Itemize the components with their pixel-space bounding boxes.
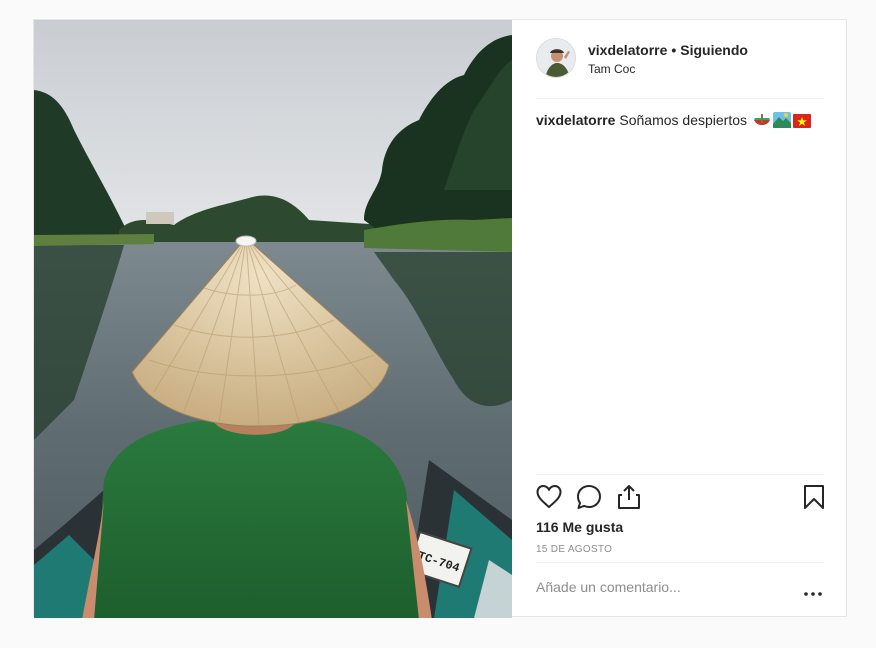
- national-park-emoji-icon: [772, 112, 791, 132]
- heart-icon[interactable]: [536, 484, 562, 515]
- caption: vixdelatorre Soñamos despiertos: [536, 111, 824, 132]
- vietnam-flag-emoji-icon: [792, 114, 811, 132]
- user-line: vixdelatorre • Siguiendo: [588, 42, 748, 58]
- comment-divider: [536, 562, 824, 563]
- post-card: TC-704 vixdelatorre • Siguiendo Tam Coc …: [33, 19, 848, 618]
- share-upload-icon[interactable]: [616, 484, 642, 515]
- username-link[interactable]: vixdelatorre: [588, 42, 667, 58]
- avatar-image: [537, 39, 575, 77]
- comment-input[interactable]: [536, 575, 776, 599]
- header-divider: [536, 98, 824, 99]
- post-photo[interactable]: TC-704: [34, 20, 512, 618]
- post-header: vixdelatorre • Siguiendo Tam Coc: [536, 38, 824, 98]
- actions-divider: [536, 474, 824, 475]
- post-date[interactable]: 15 DE AGOSTO: [536, 544, 612, 555]
- action-bar: [536, 484, 824, 514]
- caption-text: Soñamos despiertos: [619, 112, 748, 128]
- caption-username[interactable]: vixdelatorre: [536, 112, 615, 128]
- location-link[interactable]: Tam Coc: [588, 62, 635, 76]
- bookmark-icon[interactable]: [803, 484, 825, 515]
- likes-count[interactable]: 116 Me gusta: [536, 519, 623, 535]
- ellipsis-icon[interactable]: [803, 584, 823, 596]
- post-sidebar: vixdelatorre • Siguiendo Tam Coc vixdelato…: [512, 20, 848, 618]
- photo-scene: TC-704: [34, 20, 512, 618]
- separator-dot: •: [671, 42, 677, 58]
- canoe-emoji-icon: [753, 112, 771, 132]
- following-button[interactable]: Siguiendo: [680, 42, 748, 58]
- avatar[interactable]: [536, 38, 576, 78]
- comment-bubble-icon[interactable]: [576, 484, 602, 515]
